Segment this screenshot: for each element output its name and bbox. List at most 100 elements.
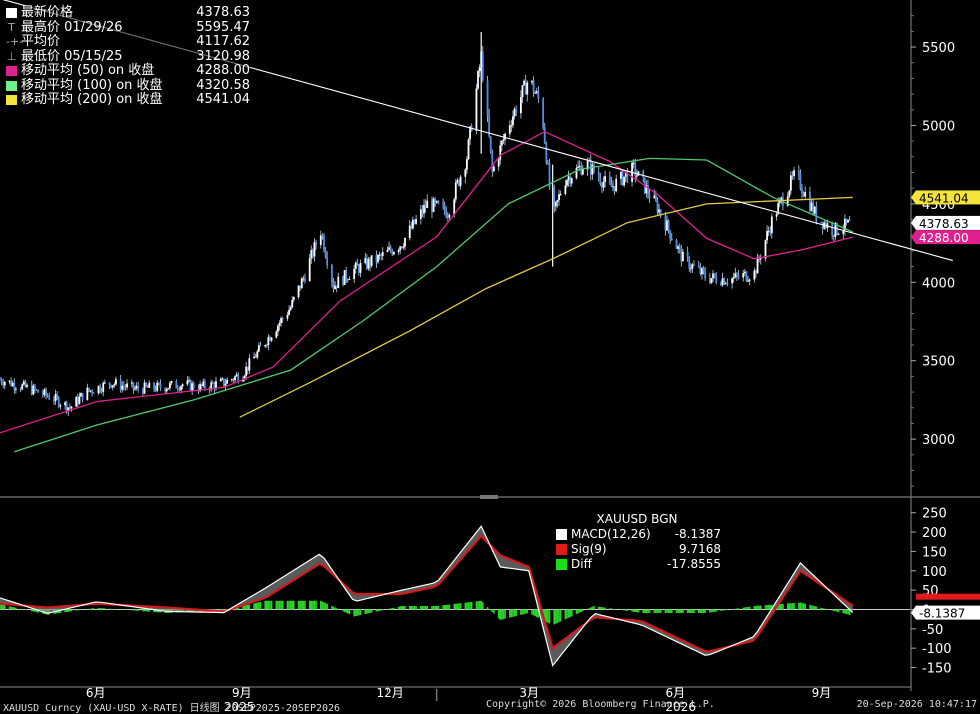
candle-body [348, 279, 351, 281]
candle-body [502, 139, 505, 142]
legend-label: 移动平均 (200) on 收盘 [21, 92, 163, 107]
candle-body [475, 88, 478, 131]
candle-body [226, 379, 229, 384]
candle-body [324, 250, 327, 258]
candle-body [389, 247, 392, 251]
candle-body [532, 80, 535, 93]
candle-body [232, 379, 235, 381]
candle-body [32, 385, 35, 395]
candle-body [304, 278, 306, 282]
candle-body [412, 219, 414, 229]
candle-body [408, 225, 411, 239]
candle-body [704, 271, 707, 279]
candle-body [526, 82, 529, 95]
candle-body [810, 202, 813, 211]
candle-body [713, 273, 716, 277]
candle-body [121, 385, 124, 390]
candle-body [766, 231, 768, 241]
candle-body [219, 379, 222, 382]
legend-marker-icon: T [8, 20, 15, 34]
candle-body [200, 384, 203, 387]
candle-body [57, 397, 60, 407]
candle-body [280, 318, 282, 323]
candle-body [701, 268, 703, 275]
candle-body [264, 345, 267, 347]
candle-body [647, 185, 649, 195]
candle-body [2, 382, 5, 386]
candle-body [269, 337, 271, 341]
candle-body [37, 389, 40, 393]
candle-body [521, 85, 524, 98]
candle-body [467, 139, 470, 160]
candle-body [386, 249, 389, 253]
candle-body [421, 209, 424, 214]
candle-body [3, 382, 6, 386]
legend-item: 移动平均 (200) on 收盘 4541.04 [4, 92, 250, 108]
candle-body [154, 388, 157, 391]
candle-body [666, 220, 668, 231]
candle-body [291, 299, 294, 308]
candle-body [381, 252, 384, 256]
candle-body [22, 381, 25, 385]
candle-body [534, 92, 537, 94]
candle-body [424, 204, 427, 208]
candle-body [654, 195, 657, 201]
candle-body [108, 382, 111, 385]
legend-value: 3120.98 [196, 48, 250, 64]
candle-body [65, 402, 68, 412]
candle-body [135, 385, 138, 389]
candle-body [613, 186, 616, 192]
candle-body [45, 389, 47, 396]
candle-body [80, 393, 82, 397]
candle-body [581, 169, 584, 175]
candle-body [466, 159, 468, 170]
candle-body [400, 246, 403, 248]
candle-body [558, 194, 560, 201]
macd-y-tick-label: -50 [922, 623, 943, 638]
candle-body [831, 223, 834, 236]
candle-body [648, 194, 651, 199]
candle-body [26, 384, 28, 387]
candle-body [804, 191, 807, 197]
candle-body [56, 394, 59, 398]
macd-legend-label: MACD(12,26) [571, 527, 651, 541]
candle-body [178, 389, 181, 391]
candle-body [300, 278, 303, 289]
candle-body [0, 379, 3, 383]
candle-body [637, 171, 640, 176]
candle-body [86, 387, 89, 400]
x-tick-label: 12月 [377, 686, 404, 700]
candle-body [332, 282, 335, 289]
candle-body [608, 176, 611, 184]
y-tick-label: 5500 [922, 41, 955, 56]
candle-body [712, 273, 714, 279]
candle-body [542, 98, 545, 128]
candle-body [342, 276, 344, 285]
candle-body [531, 80, 533, 83]
candle-body [769, 230, 772, 234]
candle-body [693, 264, 695, 266]
candle-body [686, 251, 689, 258]
candle-body [720, 282, 722, 286]
candle-body [311, 250, 314, 257]
candle-body [153, 382, 155, 389]
candle-body [812, 202, 815, 214]
candle-body [277, 325, 279, 332]
price-tag: 4378.63 [919, 217, 969, 231]
candle-body [359, 263, 362, 273]
candle-body [632, 162, 635, 164]
candle-body [759, 258, 762, 260]
candle-body [397, 250, 400, 253]
legend-item: 移动平均 (50) on 收盘 4288.00 [4, 63, 250, 79]
candle-body [404, 238, 406, 247]
candle-body [445, 210, 448, 218]
candle-body [715, 276, 718, 283]
candle-body [832, 235, 835, 237]
candle-body [593, 164, 595, 173]
price-tag: 4541.04 [919, 191, 969, 205]
y-tick-label: 4000 [922, 276, 955, 291]
candle-body [575, 167, 578, 179]
candle-body [364, 257, 367, 264]
candle-body [75, 397, 78, 407]
candle-body [111, 385, 114, 388]
